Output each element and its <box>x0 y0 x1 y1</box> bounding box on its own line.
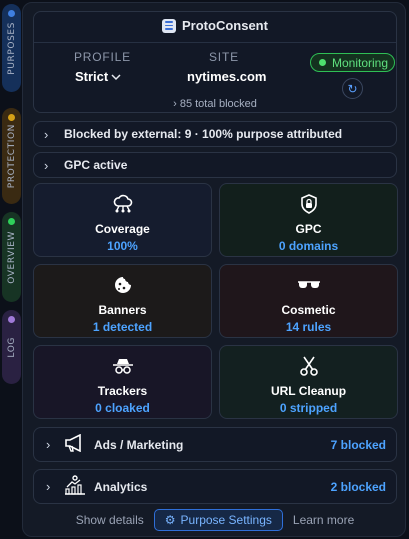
divider <box>34 42 396 43</box>
category-label: Analytics <box>94 479 148 494</box>
total-blocked: 85 total blocked <box>179 98 257 110</box>
chevron-right-icon: › <box>173 98 177 110</box>
analytics-icon <box>64 475 86 498</box>
card-value: 0 domains <box>278 239 339 253</box>
banners-card[interactable]: Banners 1 detected <box>33 264 212 338</box>
card-title: Coverage <box>95 222 150 236</box>
tab-overview-label: OVERVIEW <box>6 230 17 284</box>
category-count: 2 blocked <box>330 479 386 494</box>
category-analytics[interactable]: › Analytics 2 blocked <box>33 469 397 504</box>
card-value: 14 rules <box>285 320 332 334</box>
show-details-link[interactable]: Show details <box>76 513 144 527</box>
gpc-active-label: GPC active <box>64 158 128 172</box>
purpose-settings-label: Purpose Settings <box>180 513 272 527</box>
card-title: GPC <box>295 222 322 236</box>
protoconsent-logo-icon <box>162 18 177 33</box>
status-dot-icon <box>319 59 326 66</box>
trackers-card[interactable]: Trackers 0 cloaked <box>33 345 212 419</box>
tab-dot-icon <box>8 10 15 17</box>
monitoring-badge: Monitoring <box>310 53 395 72</box>
tab-protection-label: PROTECTION <box>6 123 17 189</box>
card-value: 100% <box>107 239 138 253</box>
card-title: Banners <box>98 303 147 317</box>
site-header: ProtoConsent PROFILE Strict SITE nytimes… <box>33 11 397 113</box>
external-blocked-row[interactable]: › Blocked by external: 9 · 100% purpose … <box>33 121 397 147</box>
profile-label: PROFILE <box>74 50 131 64</box>
tab-dot-icon <box>8 218 15 225</box>
external-blocked-label: Blocked by external: 9 · 100% purpose at… <box>64 127 343 141</box>
card-value: 0 stripped <box>279 401 338 415</box>
tab-overview[interactable]: OVERVIEW <box>2 212 21 302</box>
category-label: Ads / Marketing <box>94 437 184 452</box>
chevron-right-icon: › <box>44 126 49 142</box>
spy-icon <box>112 356 134 376</box>
tab-log[interactable]: LOG <box>2 310 21 384</box>
tab-log-label: LOG <box>6 336 17 358</box>
tab-purposes[interactable]: PURPOSES <box>2 4 21 92</box>
site-label: SITE <box>209 50 239 64</box>
coverage-card[interactable]: Coverage 100% <box>33 183 212 257</box>
footer: Show details ⚙ Purpose Settings Learn mo… <box>33 507 397 533</box>
shield-lock-icon <box>299 194 319 214</box>
tab-purposes-label: PURPOSES <box>6 21 17 75</box>
card-title: Cosmetic <box>281 303 336 317</box>
card-value: 1 detected <box>92 320 153 334</box>
main-panel: ProtoConsent PROFILE Strict SITE nytimes… <box>22 2 406 537</box>
refresh-icon: ↻ <box>347 81 358 96</box>
learn-more-link[interactable]: Learn more <box>293 513 354 527</box>
scissors-icon <box>299 356 318 376</box>
tab-dot-icon <box>8 316 15 323</box>
cookie-icon <box>113 275 133 295</box>
chevron-right-icon: › <box>44 157 49 173</box>
card-title: URL Cleanup <box>270 384 347 398</box>
chevron-down-icon <box>111 73 121 80</box>
chevron-right-icon: › <box>46 437 51 452</box>
app-title: ProtoConsent <box>182 18 268 33</box>
vertical-tab-bar: PURPOSES PROTECTION OVERVIEW LOG <box>0 0 22 539</box>
url-cleanup-card[interactable]: URL Cleanup 0 stripped <box>219 345 398 419</box>
site-value: nytimes.com <box>187 69 267 84</box>
brand: ProtoConsent <box>34 18 396 33</box>
gpc-card[interactable]: GPC 0 domains <box>219 183 398 257</box>
sunglasses-icon <box>297 275 321 295</box>
card-value: 0 cloaked <box>95 401 150 415</box>
category-ads-marketing[interactable]: › Ads / Marketing 7 blocked <box>33 427 397 462</box>
gpc-active-row[interactable]: › GPC active <box>33 152 397 178</box>
profile-select[interactable]: Strict <box>75 69 121 84</box>
gear-icon: ⚙ <box>164 513 176 527</box>
refresh-button[interactable]: ↻ <box>342 78 363 99</box>
megaphone-icon <box>64 433 86 455</box>
chevron-right-icon: › <box>46 479 51 494</box>
monitoring-label: Monitoring <box>332 55 389 70</box>
cloud-network-icon <box>112 194 134 214</box>
tab-dot-icon <box>8 114 15 121</box>
cosmetic-card[interactable]: Cosmetic 14 rules <box>219 264 398 338</box>
category-count: 7 blocked <box>330 437 386 452</box>
tab-protection[interactable]: PROTECTION <box>2 108 21 204</box>
total-blocked-toggle[interactable]: › 85 total blocked <box>34 98 396 110</box>
profile-value: Strict <box>75 69 109 84</box>
card-title: Trackers <box>97 384 148 398</box>
purpose-settings-button[interactable]: ⚙ Purpose Settings <box>153 509 283 531</box>
